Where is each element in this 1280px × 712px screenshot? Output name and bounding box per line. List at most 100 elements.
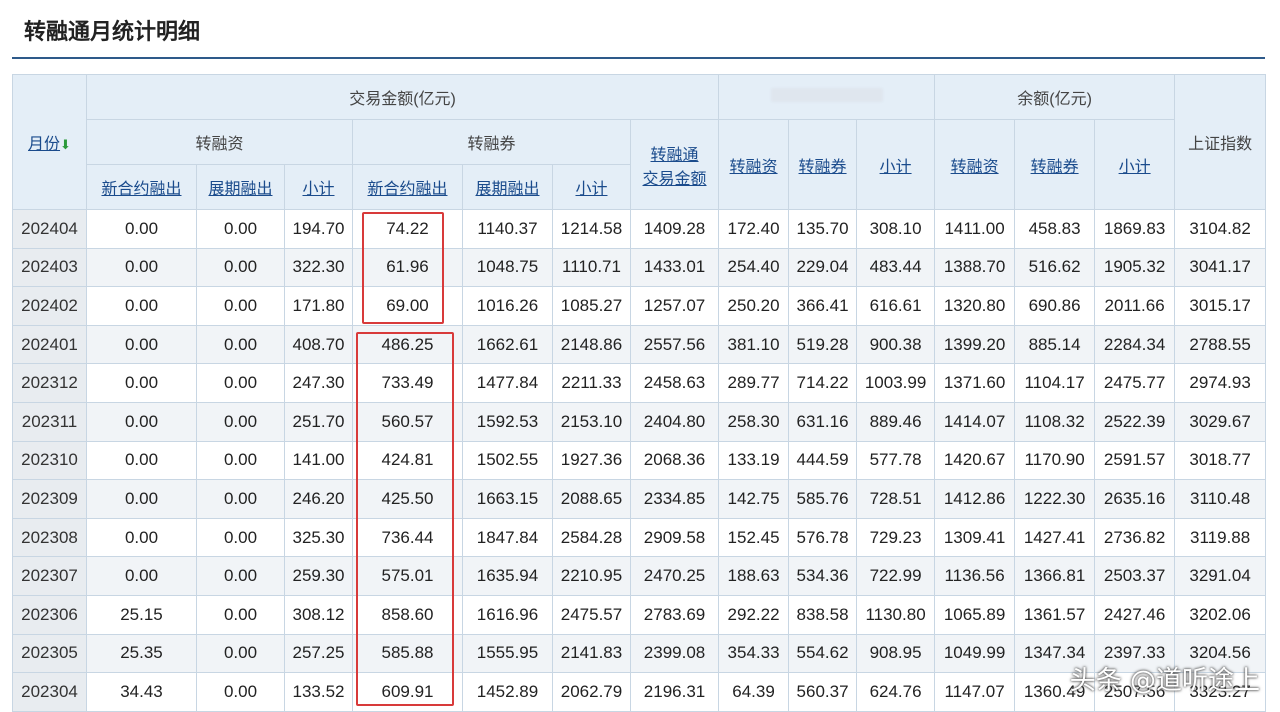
cell-zrt-amt: 2458.63 — [629, 363, 720, 403]
cell-b-zrz: 1065.89 — [934, 594, 1016, 635]
table-row: 202309 0.00 0.00 246.20 425.50 1663.15 2088.65… — [12, 479, 1267, 519]
balance-zrz-header[interactable]: 转融资 — [934, 119, 1016, 210]
cell-idx: 3110.48 — [1174, 479, 1267, 519]
month-header[interactable]: 月份⬇ — [12, 74, 87, 210]
cell-zrt-amt: 2399.08 — [629, 633, 720, 674]
cell-b-zrz: 1411.00 — [934, 209, 1016, 249]
table-row: 202312 0.00 0.00 247.30 733.49 1477.84 2211.33… — [12, 363, 1267, 403]
balance-zrq-header[interactable]: 转融券 — [1014, 119, 1096, 210]
cell-zrz-new: 0.00 — [86, 324, 197, 365]
cell-zrz-ext: 0.00 — [196, 363, 285, 403]
month-header-label[interactable]: 月份 — [28, 136, 60, 153]
zrz-new-header[interactable]: 新合约融出 — [86, 164, 197, 210]
balance-zrq-header-label[interactable]: 转融券 — [1031, 159, 1079, 176]
cell-zrq-ext: 1616.96 — [462, 594, 553, 635]
cell-zrz-ext: 0.00 — [196, 324, 285, 365]
cell-zrz-sub: 322.30 — [284, 247, 353, 288]
cell-zrq-ext: 1140.37 — [462, 209, 553, 249]
zrq-new-header-label[interactable]: 新合约融出 — [367, 181, 447, 198]
cell-zrq-ext: 1592.53 — [462, 401, 553, 442]
blurred-header-text — [770, 87, 883, 102]
cell-zrq-ext: 1048.75 — [462, 247, 553, 288]
month-zrz-header-label[interactable]: 转融资 — [730, 159, 778, 176]
balance-subtotal-header[interactable]: 小计 — [1094, 119, 1176, 210]
cell-m-zrq: 714.22 — [788, 363, 858, 403]
cell-zrq-ext: 1662.61 — [462, 324, 553, 365]
cell-idx: 3018.77 — [1174, 440, 1267, 481]
cell-zrq-ext: 1663.15 — [462, 479, 553, 519]
cell-month: 202312 — [12, 363, 87, 403]
month-zrq-header-label[interactable]: 转融券 — [799, 159, 847, 176]
cell-zrz-sub: 325.30 — [284, 517, 353, 558]
zrz-new-header-label[interactable]: 新合约融出 — [101, 181, 181, 198]
cell-month: 202304 — [12, 672, 87, 712]
cell-zrq-new: 74.22 — [352, 209, 463, 249]
cell-m-sub: 577.78 — [856, 440, 936, 481]
cell-b-zrz: 1388.70 — [934, 247, 1016, 288]
balance-subtotal-header-label[interactable]: 小计 — [1119, 159, 1151, 176]
zrz-ext-header[interactable]: 展期融出 — [196, 164, 285, 210]
zrt-trade-amount-header[interactable]: 转融通 交易金额 — [629, 119, 720, 210]
cell-b-zrq: 458.83 — [1014, 209, 1096, 249]
zrq-sub-header[interactable]: 小计 — [552, 164, 631, 210]
cell-m-zrq: 838.58 — [788, 594, 858, 635]
zrq-ext-header[interactable]: 展期融出 — [462, 164, 553, 210]
cell-zrq-sub: 2584.28 — [552, 517, 631, 558]
stats-table-container: 月份⬇ 交易金额(亿元) 余额(亿元) 上证指数 转融资 转融券 转融通 交易金… — [12, 74, 1267, 712]
cell-zrq-new: 609.91 — [352, 672, 463, 712]
cell-month: 202402 — [12, 286, 87, 326]
cell-zrq-sub: 2211.33 — [552, 363, 631, 403]
cell-zrq-new: 585.88 — [352, 633, 463, 674]
month-subtotal-header[interactable]: 小计 — [856, 119, 936, 210]
cell-month: 202309 — [12, 479, 87, 519]
cell-zrz-new: 25.35 — [86, 633, 197, 674]
cell-month: 202311 — [12, 401, 87, 442]
zrz-ext-header-label[interactable]: 展期融出 — [208, 181, 272, 198]
cell-zrq-sub: 2062.79 — [552, 672, 631, 712]
table-row: 202306 25.15 0.00 308.12 858.60 1616.96 2475.5… — [12, 594, 1267, 635]
cell-zrq-ext: 1502.55 — [462, 440, 553, 481]
cell-zrt-amt: 2404.80 — [629, 401, 720, 442]
cell-m-sub: 624.76 — [856, 672, 936, 712]
zrz-sub-header-label[interactable]: 小计 — [302, 181, 334, 198]
cell-b-zrq: 885.14 — [1014, 324, 1096, 365]
cell-b-zrz: 1136.56 — [934, 556, 1016, 596]
zrt-trade-amount-line2[interactable]: 交易金额 — [643, 171, 707, 188]
cell-zrz-sub: 141.00 — [284, 440, 353, 481]
cell-idx: 2974.93 — [1174, 363, 1267, 403]
cell-zrq-sub: 2148.86 — [552, 324, 631, 365]
cell-month: 202305 — [12, 633, 87, 674]
month-zrq-header[interactable]: 转融券 — [788, 119, 858, 210]
cell-m-zrq: 631.16 — [788, 401, 858, 442]
title-divider — [12, 57, 1265, 59]
cell-b-zrz: 1371.60 — [934, 363, 1016, 403]
cell-b-sub: 2475.77 — [1094, 363, 1176, 403]
cell-b-sub: 2503.37 — [1094, 556, 1176, 596]
cell-b-sub: 2284.34 — [1094, 324, 1176, 365]
zrq-sub-header-label[interactable]: 小计 — [575, 181, 607, 198]
table-row: 202311 0.00 0.00 251.70 560.57 1592.53 2153.10… — [12, 401, 1267, 442]
month-subtotal-header-label[interactable]: 小计 — [880, 159, 912, 176]
cell-b-zrz: 1399.20 — [934, 324, 1016, 365]
cell-b-zrq: 1366.81 — [1014, 556, 1096, 596]
watermark-text: 头条 @道听途上 — [1069, 666, 1260, 696]
cell-b-zrq: 1222.30 — [1014, 479, 1096, 519]
table-body: 202404 0.00 0.00 194.70 74.22 1140.37 1214.58 1… — [12, 209, 1267, 712]
sort-down-icon[interactable]: ⬇ — [60, 137, 71, 152]
cell-zrq-new: 560.57 — [352, 401, 463, 442]
zrt-trade-amount-line1[interactable]: 转融通 — [651, 147, 699, 164]
month-zrz-header[interactable]: 转融资 — [718, 119, 790, 210]
zrq-ext-header-label[interactable]: 展期融出 — [475, 181, 539, 198]
cell-m-sub: 900.38 — [856, 324, 936, 365]
zrq-new-header[interactable]: 新合约融出 — [352, 164, 463, 210]
cell-zrz-sub: 251.70 — [284, 401, 353, 442]
cell-zrq-new: 486.25 — [352, 324, 463, 365]
cell-zrt-amt: 1409.28 — [629, 209, 720, 249]
balance-zrz-header-label[interactable]: 转融资 — [951, 159, 999, 176]
zrz-sub-header[interactable]: 小计 — [284, 164, 353, 210]
cell-b-zrq: 516.62 — [1014, 247, 1096, 288]
cell-idx: 2788.55 — [1174, 324, 1267, 365]
cell-zrz-new: 25.15 — [86, 594, 197, 635]
zrq-group-header: 转融券 — [352, 119, 631, 165]
cell-zrq-sub: 2141.83 — [552, 633, 631, 674]
